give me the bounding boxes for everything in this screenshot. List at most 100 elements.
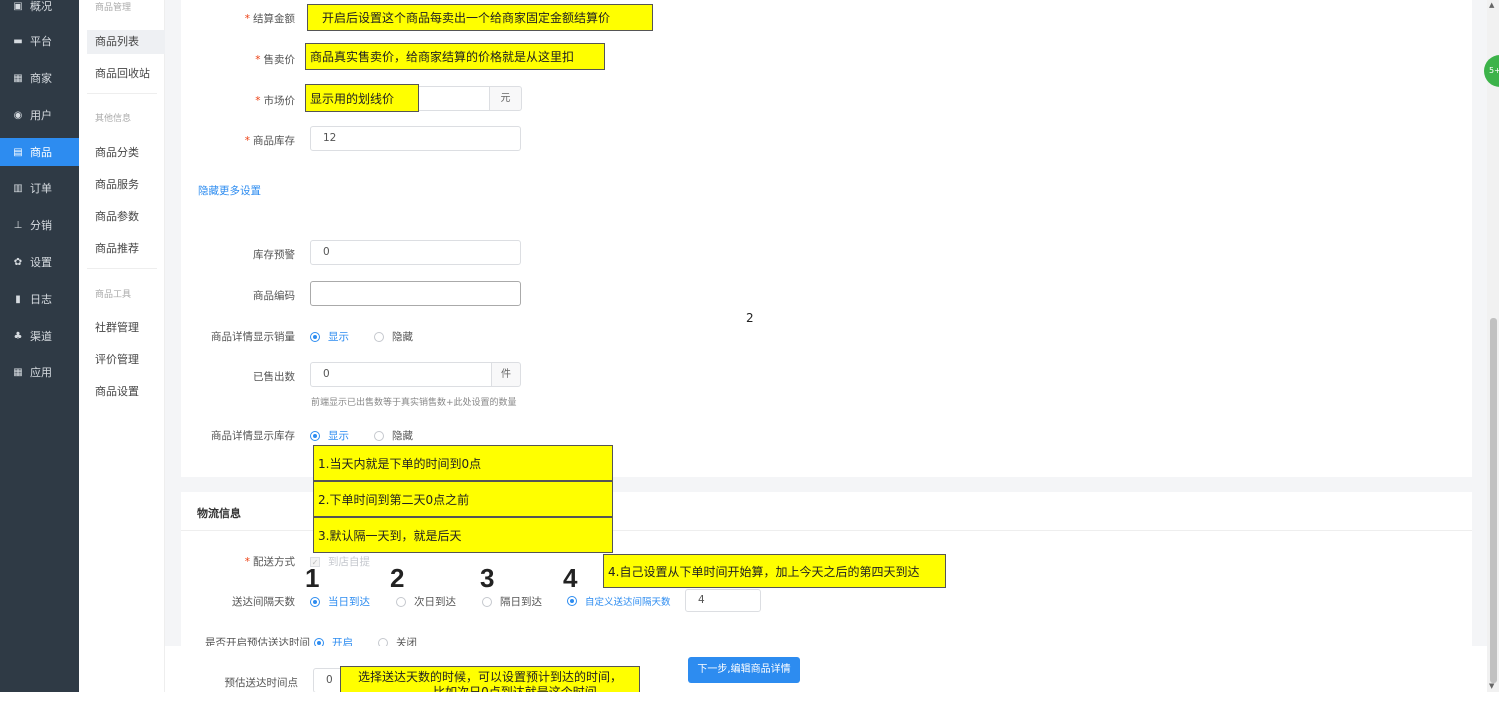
nav-item-apps[interactable]: ▦ 应用	[0, 358, 79, 386]
stock-warning-label: 库存预警	[253, 249, 295, 261]
submenu-item-review[interactable]: 评价管理	[87, 348, 165, 372]
delivery-interval-label: 送达间隔天数	[232, 596, 295, 608]
nav-label: 订单	[30, 182, 52, 195]
submenu-item-recycle-bin[interactable]: 商品回收站	[87, 62, 165, 86]
interval-radio-next-day[interactable]: 次日到达	[396, 594, 456, 609]
show-sales-radio-hide[interactable]: 隐藏	[374, 329, 413, 344]
sold-count-label: 已售出数	[253, 371, 295, 383]
marker-number-4: 4	[563, 563, 578, 593]
submenu-divider	[87, 268, 157, 269]
marker-number-2: 2	[390, 563, 405, 593]
nav-item-goods[interactable]: ▤ 商品	[0, 138, 79, 166]
distribution-icon: ⊥	[13, 219, 23, 231]
nav-item-log[interactable]: ▮ 日志	[0, 285, 79, 313]
note-settle-amount: 开启后设置这个商品每卖出一个给商家固定金额结算价	[307, 4, 653, 31]
platform-icon: ▬	[13, 35, 23, 47]
overview-icon: ▣	[13, 0, 23, 12]
note-next-day: 2.下单时间到第二天0点之前	[313, 481, 613, 517]
marker-number-1: 1	[305, 563, 320, 593]
goods-code-input[interactable]	[310, 281, 521, 306]
goods-code-label: 商品编码	[253, 290, 295, 302]
note-custom-days: 4.自己设置从下单时间开始算，加上今天之后的第四天到达	[603, 554, 946, 588]
settle-amount-label: * 结算金额	[244, 13, 295, 25]
nav-label: 分销	[30, 219, 52, 232]
stock-label: * 商品库存	[244, 135, 295, 147]
user-icon: ◉	[13, 109, 23, 121]
sold-count-hint: 前端显示已出售数等于真实销售数+此处设置的数量	[311, 398, 517, 408]
sale-price-label: * 售卖价	[255, 54, 295, 66]
note-same-day: 1.当天内就是下单的时间到0点	[313, 445, 613, 481]
nav-label: 日志	[30, 293, 52, 306]
estimate-time-point-label: 预估送达时间点	[224, 677, 299, 689]
interval-radio-same-day[interactable]: 当日到达	[310, 594, 370, 609]
hide-more-settings-link[interactable]: 隐藏更多设置	[198, 183, 261, 198]
nav-label: 平台	[30, 35, 52, 48]
sold-count-unit: 件	[491, 362, 521, 387]
next-step-button[interactable]: 下一步,编辑商品详情	[688, 657, 800, 683]
submenu-item-community[interactable]: 社群管理	[87, 316, 165, 340]
submenu-item-goods-settings[interactable]: 商品设置	[87, 380, 165, 404]
nav-label: 设置	[30, 256, 52, 269]
nav-item-order[interactable]: ▥ 订单	[0, 174, 79, 202]
submenu-item-params[interactable]: 商品参数	[87, 205, 165, 229]
show-stock-radio-hide[interactable]: 隐藏	[374, 428, 413, 443]
settings-icon: ✿	[13, 256, 23, 268]
radio-dot	[374, 430, 384, 441]
radio-dot	[567, 596, 577, 606]
channel-icon: ♣	[13, 330, 23, 342]
radio-dot	[310, 596, 320, 607]
note-line: 选择送达天数的时候，可以设置预计到达的时间，	[357, 670, 622, 684]
submenu-item-recommend[interactable]: 商品推荐	[87, 237, 165, 261]
nav-item-settings[interactable]: ✿ 设置	[0, 248, 79, 276]
submenu-item-category[interactable]: 商品分类	[87, 141, 165, 165]
submenu-item-goods-list[interactable]: 商品列表	[87, 30, 165, 54]
radio-dot	[396, 596, 406, 607]
radio-dot	[310, 331, 320, 342]
interval-radio-custom[interactable]: 自定义送达间隔天数	[567, 594, 671, 608]
radio-dot	[310, 430, 320, 441]
nav-item-distribution[interactable]: ⊥ 分销	[0, 211, 79, 239]
note-sale-price: 商品真实售卖价，给商家结算的价格就是从这里扣	[305, 43, 605, 70]
bottom-strip	[0, 692, 1499, 712]
scroll-down-arrow-icon[interactable]: ▼	[1489, 682, 1494, 690]
order-icon: ▥	[13, 182, 23, 194]
submenu-divider	[87, 93, 157, 94]
store-icon: ▦	[13, 72, 23, 84]
delivery-method-label: * 配送方式	[244, 556, 295, 568]
marker-number-3: 3	[480, 563, 495, 593]
apps-icon: ▦	[13, 366, 23, 378]
stock-warning-input[interactable]: 0	[310, 240, 521, 265]
radio-dot	[482, 596, 492, 607]
nav-label: 应用	[30, 366, 52, 379]
main-nav: ▣ 概况 ▬ 平台 ▦ 商家 ◉ 用户 ▤ 商品 ▥ 订单 ⊥ 分销 ✿ 设置 ▮ 日志 ♣ 渠道 …	[0, 0, 79, 692]
center-marker: 2	[746, 311, 754, 325]
nav-item-platform[interactable]: ▬ 平台	[0, 27, 79, 55]
nav-label: 商家	[30, 72, 52, 85]
nav-label: 渠道	[30, 330, 52, 343]
goods-icon: ▤	[13, 146, 23, 158]
nav-item-user[interactable]: ◉ 用户	[0, 101, 79, 129]
note-market-price: 显示用的划线价	[305, 84, 419, 112]
nav-label: 商品	[30, 146, 52, 159]
submenu-group-tools: 商品工具	[95, 290, 132, 300]
scroll-up-arrow-icon[interactable]: ▲	[1489, 1, 1494, 9]
note-day-after: 3.默认隔一天到，就是后天	[313, 517, 613, 553]
stock-input[interactable]: 12	[310, 126, 521, 151]
nav-item-overview[interactable]: ▣ 概况	[0, 0, 79, 20]
logistics-title: 物流信息	[197, 507, 241, 520]
scrollbar-thumb[interactable]	[1490, 318, 1497, 683]
custom-days-input[interactable]: 4	[685, 589, 761, 612]
show-sales-radio-show[interactable]: 显示	[310, 329, 349, 344]
show-sales-label: 商品详情显示销量	[211, 331, 295, 343]
sold-count-input[interactable]: 0	[310, 362, 492, 387]
show-stock-label: 商品详情显示库存	[211, 430, 295, 442]
submenu-item-service[interactable]: 商品服务	[87, 173, 165, 197]
show-stock-radio-show[interactable]: 显示	[310, 428, 349, 443]
nav-item-store[interactable]: ▦ 商家	[0, 64, 79, 92]
radio-dot	[374, 331, 384, 342]
market-price-label: * 市场价	[255, 95, 295, 107]
nav-label: 概况	[30, 0, 52, 13]
nav-item-channel[interactable]: ♣ 渠道	[0, 322, 79, 350]
interval-radio-day-after[interactable]: 隔日到达	[482, 594, 542, 609]
submenu-group-other: 其他信息	[95, 114, 132, 124]
